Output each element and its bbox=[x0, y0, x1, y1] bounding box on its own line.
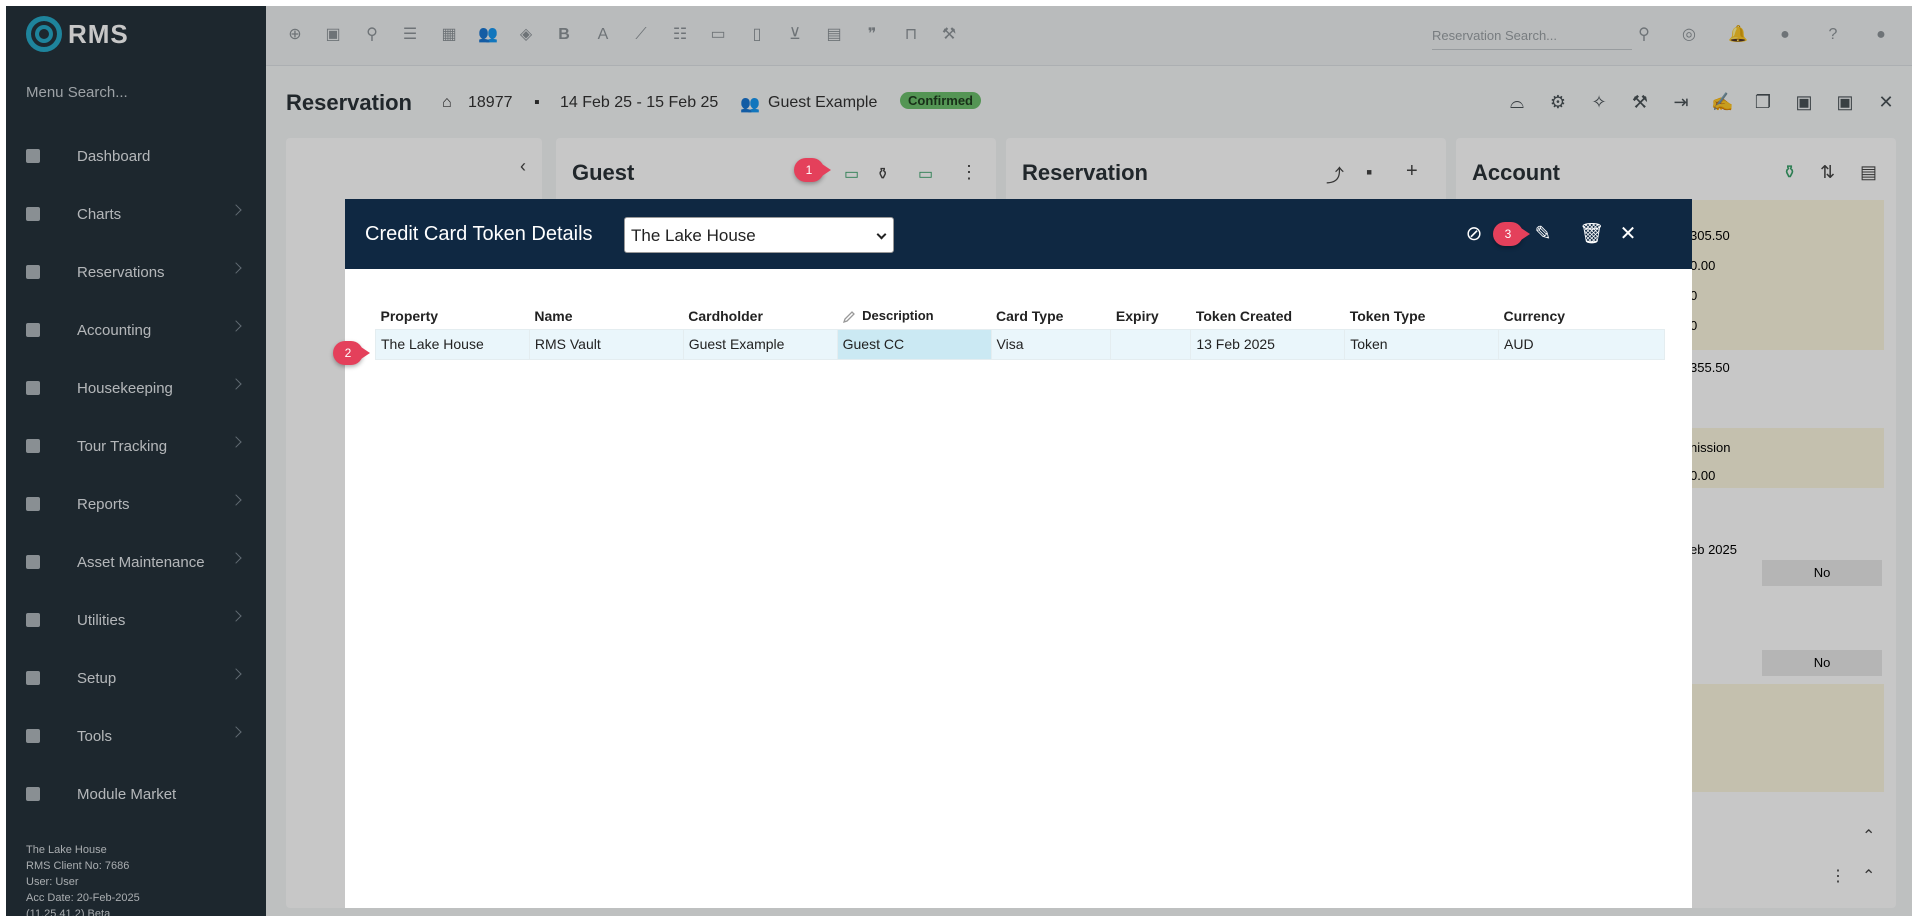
edit-icon[interactable]: ✎ bbox=[1532, 223, 1554, 245]
token-table: Property Name Cardholder Description Car… bbox=[375, 303, 1665, 360]
cell-token-type: Token bbox=[1344, 328, 1500, 360]
column-header[interactable]: Card Type bbox=[991, 303, 1111, 329]
trash-icon[interactable]: 🗑 bbox=[1579, 223, 1604, 245]
cell-expiry bbox=[1110, 328, 1192, 360]
app-window: RMS Menu Search... Dashboard Charts Rese… bbox=[6, 6, 1912, 916]
column-header-description[interactable]: Description bbox=[837, 303, 991, 329]
cell-currency: AUD bbox=[1498, 328, 1665, 360]
column-header[interactable]: Token Created bbox=[1191, 303, 1345, 329]
cell-name: RMS Vault bbox=[528, 328, 684, 360]
cell-property: The Lake House bbox=[375, 328, 530, 360]
column-header[interactable]: Cardholder bbox=[683, 303, 837, 329]
modal-header: Credit Card Token Details The Lake House… bbox=[345, 199, 1692, 269]
cell-cardholder: Guest Example bbox=[682, 328, 838, 360]
column-header[interactable]: Token Type bbox=[1345, 303, 1499, 329]
cell-description[interactable]: Guest CC bbox=[836, 328, 992, 360]
close-icon[interactable]: ✕ bbox=[1617, 223, 1639, 245]
cell-token-created: 13 Feb 2025 bbox=[1190, 328, 1346, 360]
credit-card-token-modal: Credit Card Token Details The Lake House… bbox=[333, 199, 1692, 908]
table-row[interactable]: The Lake House RMS Vault Guest Example G… bbox=[375, 328, 1665, 360]
column-header-label: Description bbox=[862, 307, 934, 323]
callout-badge: 1 bbox=[794, 158, 831, 182]
column-header[interactable]: Currency bbox=[1499, 303, 1665, 329]
callout-badge: 2 bbox=[333, 341, 370, 365]
chevron-down-icon bbox=[876, 229, 887, 240]
column-header[interactable]: Name bbox=[529, 303, 683, 329]
column-header[interactable]: Expiry bbox=[1111, 303, 1191, 329]
table-header-row: Property Name Cardholder Description Car… bbox=[376, 303, 1665, 329]
block-icon[interactable]: ⊘ bbox=[1463, 223, 1485, 245]
callout-badge: 3 bbox=[1493, 222, 1530, 246]
pencil-icon bbox=[843, 310, 856, 323]
modal-title: Credit Card Token Details bbox=[365, 223, 593, 245]
column-header[interactable]: Property bbox=[376, 303, 530, 329]
property-select-value: The Lake House bbox=[631, 226, 756, 245]
property-select[interactable]: The Lake House bbox=[624, 217, 894, 253]
cell-card-type: Visa bbox=[990, 328, 1112, 360]
